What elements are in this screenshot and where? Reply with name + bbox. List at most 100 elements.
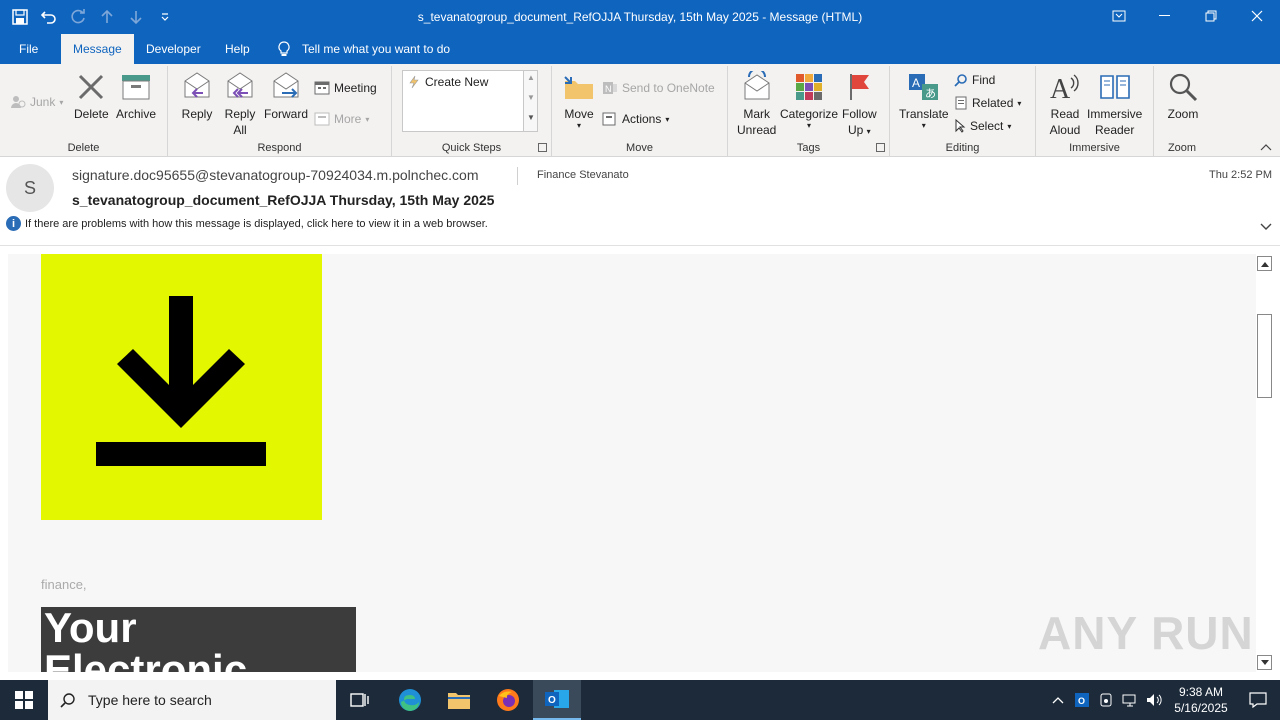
network-icon[interactable]	[1118, 680, 1142, 720]
follow-up-button[interactable]: Follow Up ▾	[842, 70, 877, 140]
clock[interactable]: 9:38 AM 5/16/2025	[1166, 684, 1236, 716]
immersive-reader-button[interactable]: Immersive Reader	[1087, 70, 1142, 138]
received-time: Thu 2:52 PM	[1209, 169, 1272, 181]
tab-message[interactable]: Message	[61, 34, 134, 64]
forward-button[interactable]: Forward	[264, 70, 308, 122]
translate-icon: Aあ	[907, 70, 941, 104]
ribbon-display-options-icon[interactable]	[1096, 0, 1142, 32]
lightning-icon	[409, 75, 419, 89]
archive-button[interactable]: Archive	[116, 70, 156, 122]
search-icon	[60, 693, 75, 708]
lightbulb-icon	[278, 41, 290, 56]
message-body: finance, Your Electronic ANY RUN	[8, 254, 1256, 672]
vertical-scrollbar[interactable]	[1256, 254, 1273, 672]
meeting-icon	[314, 81, 330, 95]
device-icon[interactable]	[1094, 680, 1118, 720]
actions-button[interactable]: Actions ▾	[602, 111, 669, 127]
scroll-up-icon[interactable]	[1257, 256, 1272, 271]
group-label-tags: Tags	[796, 142, 821, 154]
task-view-icon[interactable]	[336, 680, 384, 720]
info-text: If there are problems with how this mess…	[25, 217, 488, 230]
restore-icon[interactable]	[1188, 0, 1234, 32]
download-arrow-icon	[96, 296, 266, 466]
categorize-icon	[792, 70, 826, 104]
close-icon[interactable]	[1234, 0, 1280, 32]
svg-text:N: N	[605, 84, 612, 94]
read-aloud-icon: A	[1048, 70, 1082, 104]
edge-browser-icon[interactable]	[386, 680, 434, 720]
minimize-icon[interactable]	[1142, 0, 1188, 32]
mark-unread-button[interactable]: Mark Unread	[737, 70, 776, 138]
sender-address[interactable]: signature.doc95655@stevanatogroup-709240…	[72, 167, 479, 183]
header-divider	[517, 167, 518, 185]
group-respond: Reply Reply All Forward Meeting More ▾ R…	[168, 66, 392, 156]
tags-launcher-icon[interactable]	[876, 143, 885, 152]
zoom-button[interactable]: Zoom	[1166, 70, 1200, 122]
notifications-icon[interactable]	[1236, 680, 1280, 720]
ribbon-tabs: File Message Developer Help Tell me what…	[0, 34, 1280, 64]
meeting-button[interactable]: Meeting	[314, 81, 377, 95]
info-icon: i	[6, 216, 21, 231]
svg-text:A: A	[1050, 74, 1071, 102]
scroll-down-icon[interactable]	[1257, 655, 1272, 670]
taskbar-search[interactable]: Type here to search	[48, 680, 336, 720]
mark-unread-icon	[740, 70, 774, 104]
move-folder-icon	[562, 70, 596, 104]
group-label-immersive: Immersive	[1069, 142, 1120, 154]
avatar: S	[6, 164, 54, 212]
recipient[interactable]: Finance Stevanato	[537, 169, 629, 181]
reply-all-button[interactable]: Reply All	[223, 70, 257, 138]
heading-banner: Your Electronic	[41, 607, 356, 672]
select-button[interactable]: Select ▾	[954, 119, 1011, 133]
tab-developer[interactable]: Developer	[134, 34, 213, 64]
translate-button[interactable]: Aあ Translate ▾	[899, 70, 949, 130]
volume-icon[interactable]	[1142, 680, 1166, 720]
read-aloud-button[interactable]: A Read Aloud	[1048, 70, 1082, 138]
find-button[interactable]: Find	[954, 73, 995, 87]
svg-text:O: O	[1078, 696, 1085, 706]
related-button[interactable]: Related ▾	[954, 96, 1021, 110]
archive-icon	[119, 70, 153, 104]
categorize-button[interactable]: Categorize ▾	[780, 70, 838, 130]
send-to-onenote-button[interactable]: N Send to OneNote	[602, 80, 715, 96]
tab-file[interactable]: File	[7, 34, 50, 64]
group-move: Move ▾ N Send to OneNote Actions ▾ Move	[552, 66, 728, 156]
reply-button[interactable]: Reply	[180, 70, 214, 122]
group-immersive: A Read Aloud Immersive Reader Immersive	[1036, 66, 1154, 156]
quick-steps-gallery[interactable]: Create New ▲ ▼ ▼	[402, 70, 538, 132]
tell-me-label: Tell me what you want to do	[302, 42, 451, 56]
outlook-tray-icon[interactable]: O	[1070, 680, 1094, 720]
firefox-icon[interactable]	[484, 680, 532, 720]
more-respond-button[interactable]: More ▾	[314, 112, 369, 126]
tab-help[interactable]: Help	[213, 34, 262, 64]
system-tray: O 9:38 AM 5/16/2025	[1046, 680, 1280, 720]
reply-all-icon	[223, 70, 257, 104]
group-zoom: Zoom Zoom	[1154, 66, 1210, 156]
quick-steps-scroll[interactable]: ▲ ▼ ▼	[523, 71, 537, 131]
greeting-text: finance,	[41, 577, 87, 592]
tell-me-search[interactable]: Tell me what you want to do	[278, 34, 450, 64]
delete-button[interactable]: Delete	[74, 70, 109, 122]
download-image[interactable]	[41, 254, 322, 520]
heading-line-2: Electronic	[44, 646, 248, 673]
move-button[interactable]: Move ▾	[562, 70, 596, 130]
info-bar[interactable]: i If there are problems with how this me…	[6, 216, 488, 231]
outlook-taskbar-icon[interactable]: O	[533, 680, 581, 720]
delete-x-icon	[74, 70, 108, 104]
select-cursor-icon	[955, 119, 966, 133]
chevron-up-icon[interactable]	[1046, 680, 1070, 720]
junk-icon	[11, 96, 26, 108]
file-explorer-icon[interactable]	[435, 680, 483, 720]
windows-start-icon[interactable]	[0, 680, 48, 720]
collapse-ribbon-icon[interactable]	[1260, 140, 1272, 154]
window-title: s_tevanatogroup_document_RefOJJA Thursda…	[417, 10, 863, 24]
title-bar: s_tevanatogroup_document_RefOJJA Thursda…	[0, 0, 1280, 34]
message-subject: s_tevanatogroup_document_RefOJJA Thursda…	[72, 192, 495, 208]
create-new-quick-step[interactable]: Create New	[409, 75, 488, 89]
scroll-thumb[interactable]	[1257, 314, 1272, 398]
clock-date: 5/16/2025	[1174, 701, 1228, 715]
junk-button[interactable]: Junk ▾	[10, 95, 63, 109]
quick-steps-launcher-icon[interactable]	[538, 143, 547, 152]
chevron-down-icon[interactable]	[1260, 220, 1272, 234]
window-controls	[1096, 0, 1280, 32]
